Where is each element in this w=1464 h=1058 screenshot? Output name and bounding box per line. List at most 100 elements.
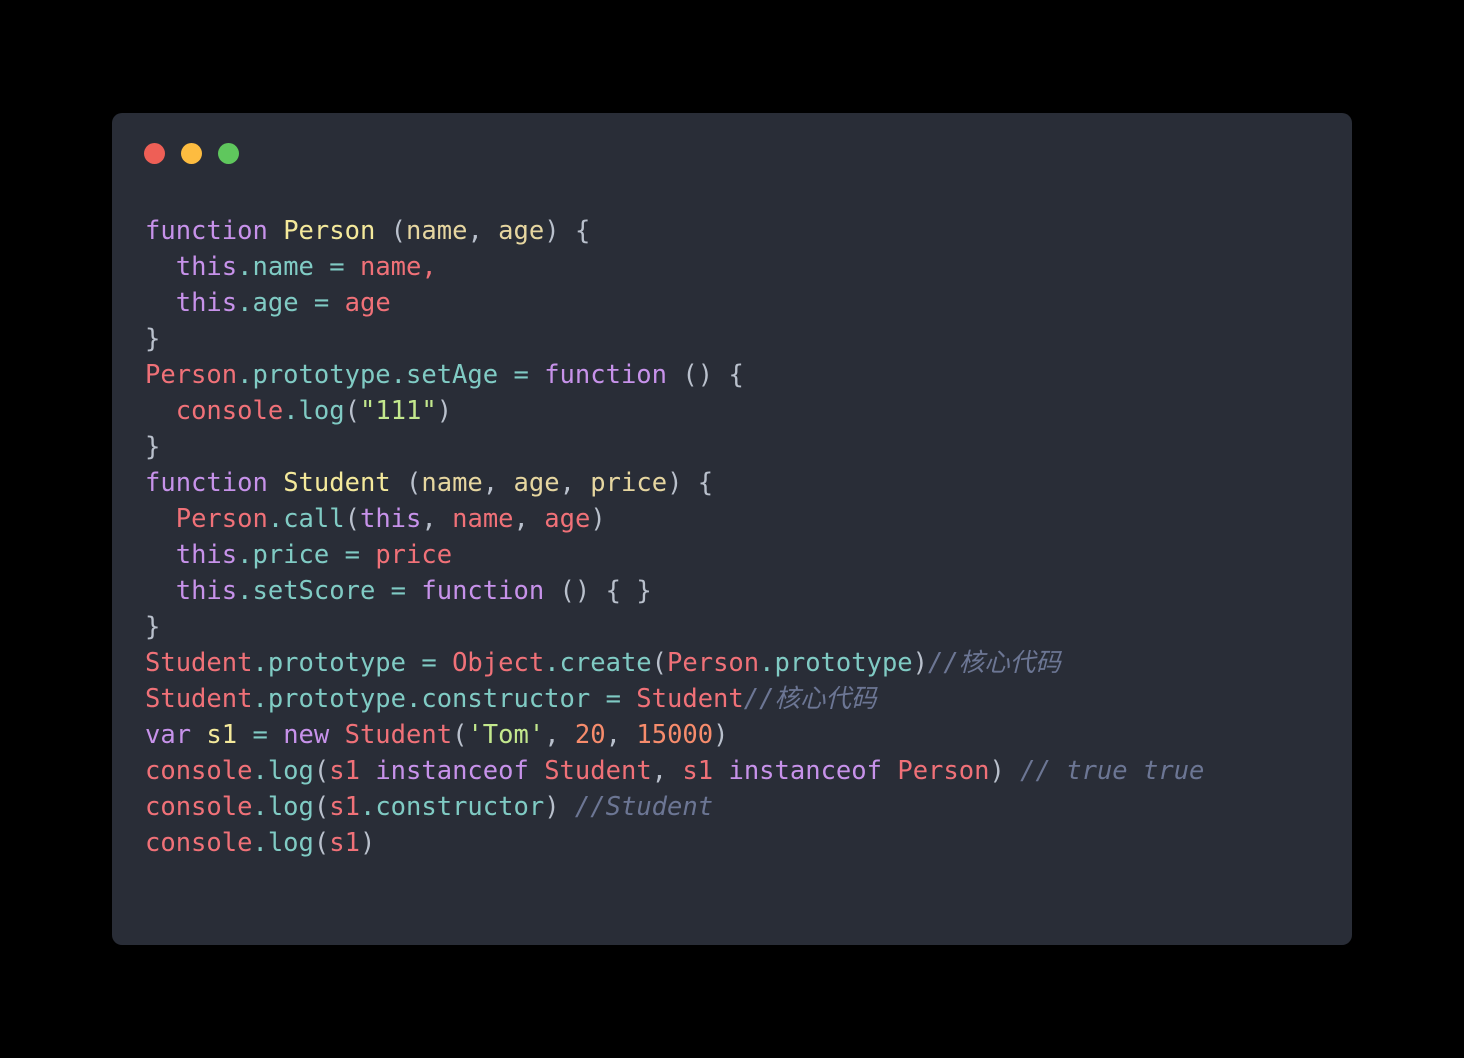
keyword-this: this	[175, 288, 238, 318]
parens: ()	[667, 360, 729, 390]
code-line: this.price = price	[145, 537, 1342, 573]
code-block[interactable]: function Person (name, age) { this.name …	[145, 213, 1342, 935]
assign-operator: =	[313, 252, 360, 282]
open-paren: (	[313, 756, 330, 786]
comment-true-true: // true true	[1004, 756, 1205, 786]
code-line: Person.call(this, name, age)	[145, 501, 1342, 537]
keyword-function: function	[145, 468, 268, 498]
property-name: .name	[237, 252, 314, 282]
open-paren: (	[344, 396, 360, 426]
object-person: Person	[145, 360, 238, 390]
object-person: Person	[175, 504, 268, 534]
value-age: age	[344, 288, 391, 318]
string-literal: "111"	[359, 396, 437, 426]
close-brace: }	[145, 324, 161, 354]
assign-operator: =	[329, 540, 376, 570]
code-line: console.log("111")	[145, 393, 1342, 429]
code-line: console.log(s1.constructor) //Student	[145, 789, 1342, 825]
assign-operator: =	[590, 684, 637, 714]
code-line: console.log(s1 instanceof Student, s1 in…	[145, 753, 1342, 789]
code-line: function Student (name, age, price) {	[145, 465, 1342, 501]
keyword-instanceof: instanceof	[713, 756, 898, 786]
close-window-button[interactable]	[144, 143, 165, 164]
value-price: price	[375, 540, 453, 570]
comment-core-code: //核心代码	[928, 648, 1061, 678]
open-paren: (	[344, 504, 360, 534]
open-paren: (	[452, 720, 468, 750]
param-age: age	[498, 216, 545, 246]
code-line: }	[145, 609, 1342, 645]
property-call: .call	[267, 504, 345, 534]
arg-s1: s1	[329, 756, 360, 786]
keyword-var: var	[145, 720, 192, 750]
assign-operator: =	[406, 648, 453, 678]
arg-s1: s1	[329, 792, 360, 822]
property-prototype-setage: .prototype.setAge	[237, 360, 499, 390]
keyword-instanceof: instanceof	[359, 756, 545, 786]
object-person: Person	[667, 648, 760, 678]
comment-core-code: //核心代码	[743, 684, 877, 714]
open-paren: (	[313, 828, 330, 858]
code-line: this.age = age	[145, 285, 1342, 321]
comma: ,	[651, 756, 683, 786]
window-controls	[144, 143, 239, 164]
close-brace: }	[145, 612, 161, 642]
comma: ,	[544, 720, 575, 750]
keyword-function: function	[544, 360, 668, 390]
param-name: name	[421, 468, 483, 498]
close-paren: )	[713, 720, 729, 750]
property-log: .log	[252, 828, 314, 858]
param-name: name	[406, 216, 468, 246]
object-console: console	[175, 396, 284, 426]
arg-s1: s1	[682, 756, 714, 786]
assign-operator: =	[237, 720, 284, 750]
comma: ,	[421, 504, 453, 534]
open-brace: {	[697, 468, 714, 498]
comma: ,	[559, 468, 591, 498]
code-line: this.setScore = function () { }	[145, 573, 1342, 609]
property-prototype-constructor: .prototype.constructor	[252, 684, 591, 714]
param-price: price	[590, 468, 668, 498]
comment-student: //Student	[559, 792, 714, 822]
assign-operator: =	[375, 576, 422, 606]
close-paren: )	[989, 756, 1005, 786]
value-name: name	[359, 252, 422, 282]
open-paren: (	[390, 468, 422, 498]
arg-s1: s1	[329, 828, 360, 858]
assign-operator: =	[298, 288, 345, 318]
property-log: .log	[252, 792, 314, 822]
property-constructor: .constructor	[359, 792, 545, 822]
keyword-this: this	[175, 576, 238, 606]
property-log: .log	[283, 396, 345, 426]
property-log: .log	[252, 756, 314, 786]
code-line: Student.prototype = Object.create(Person…	[145, 645, 1342, 681]
close-paren: )	[912, 648, 929, 678]
value-student: Student	[636, 684, 744, 714]
comma: ,	[482, 468, 514, 498]
close-paren: )	[544, 792, 560, 822]
code-line: function Person (name, age) {	[145, 213, 1342, 249]
property-price: .price	[237, 540, 330, 570]
type-person: Person	[897, 756, 990, 786]
code-line: }	[145, 321, 1342, 357]
minimize-window-button[interactable]	[181, 143, 202, 164]
function-name-person: Person	[283, 216, 376, 246]
property-prototype: .prototype	[252, 648, 406, 678]
code-line: }	[145, 429, 1342, 465]
property-create: .create	[544, 648, 652, 678]
arg-age: age	[544, 504, 591, 534]
property-setscore: .setScore	[237, 576, 376, 606]
keyword-this: this	[175, 252, 238, 282]
open-paren: (	[313, 792, 330, 822]
variable-s1: s1	[191, 720, 238, 750]
maximize-window-button[interactable]	[218, 143, 239, 164]
close-paren: )	[436, 396, 453, 426]
keyword-this: this	[175, 540, 238, 570]
property-age: .age	[237, 288, 299, 318]
code-text: function Person (name, age) { this.name …	[145, 213, 1342, 861]
type-student: Student	[544, 756, 652, 786]
object-student: Student	[145, 648, 253, 678]
property-prototype: .prototype	[759, 648, 913, 678]
